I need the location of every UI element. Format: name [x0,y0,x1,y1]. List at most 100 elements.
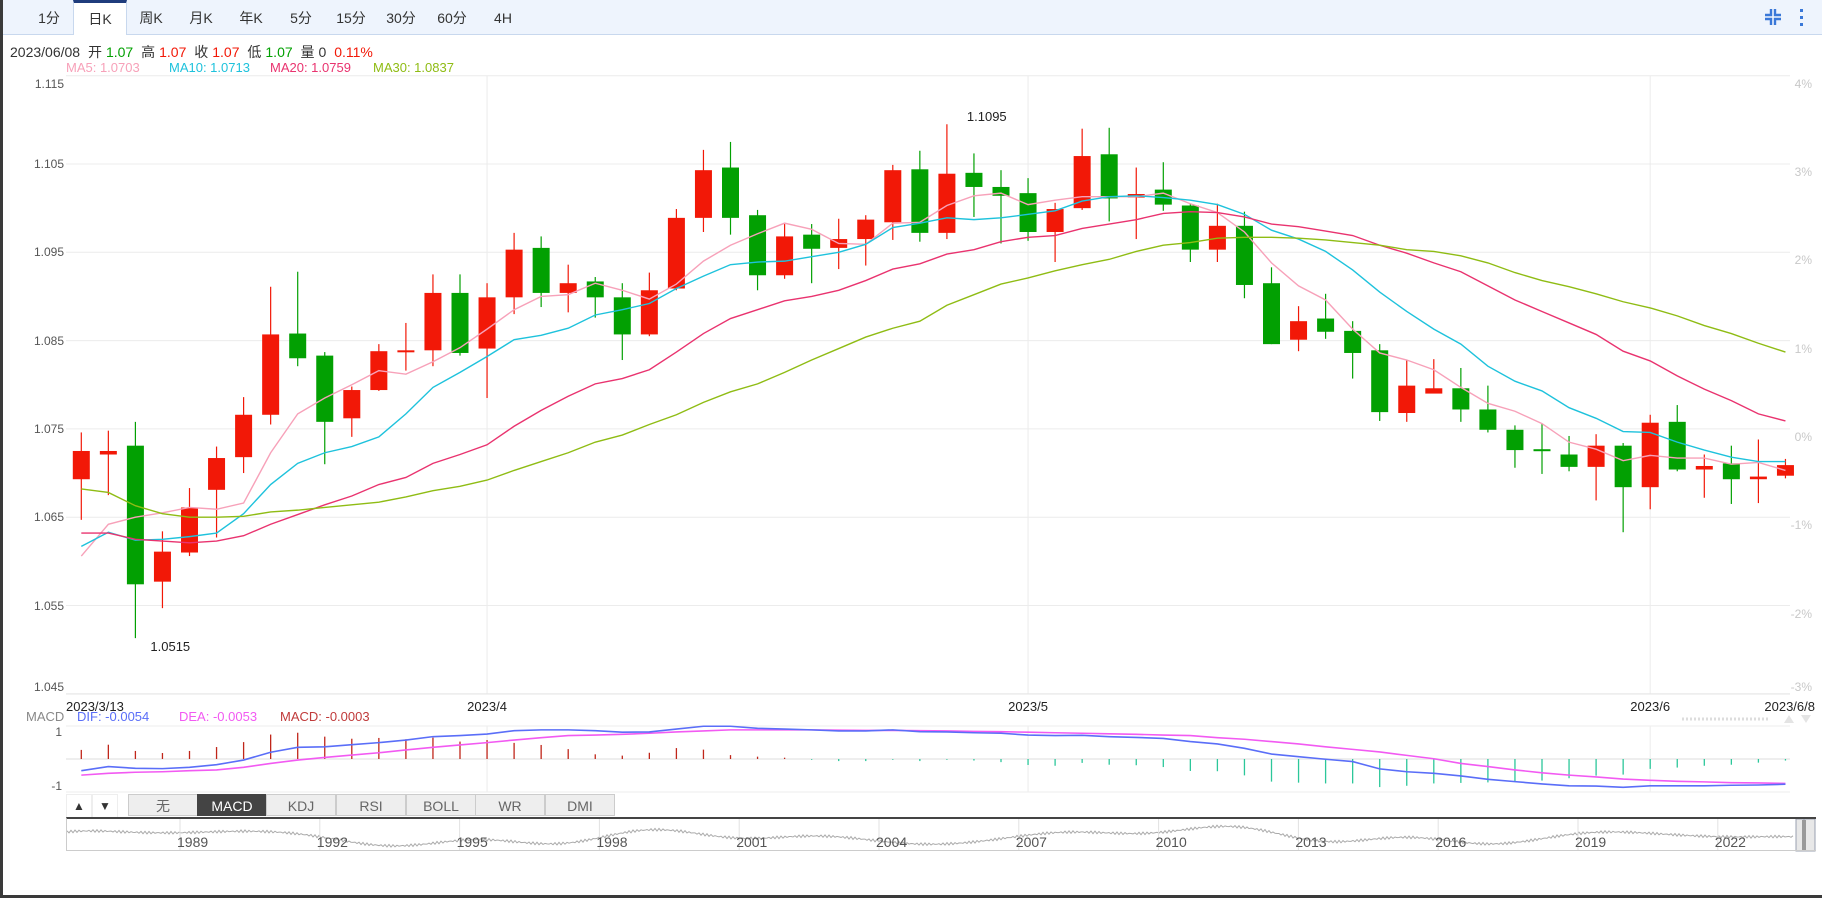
candle [1695,454,1713,498]
x-axis-label: 2023/5 [1008,699,1048,714]
ma30-line [81,236,1786,518]
dea-legend: DEA: -0.0053 [179,709,258,724]
candle [1371,344,1389,421]
indicator-down-button[interactable]: ▼ [92,794,118,819]
candle-body [316,355,334,422]
candle [181,488,198,557]
max-price-label: 1.1095 [966,109,1007,124]
candle-body [424,292,442,351]
indicator-tab-rsi[interactable]: RSI [336,794,406,816]
pct-axis-label: 2% [1794,253,1812,268]
candle-body [857,219,875,240]
candle [208,446,226,538]
candle-body [1263,283,1280,345]
candle-body [1749,476,1767,480]
indicator-tab-无[interactable]: 无 [128,794,198,816]
candle [1749,439,1767,504]
candle-body [153,551,171,582]
dif-legend: DIF: -0.0054 [77,709,150,724]
candle-body [1317,318,1335,332]
candle [1614,443,1632,533]
candle-body [343,390,361,419]
candle-body [667,217,685,289]
candle-body [1019,193,1037,232]
candle [1154,162,1172,211]
candle-body [613,297,631,335]
y-axis-label: 1.095 [33,245,64,260]
y-axis-label: 1.065 [33,510,64,525]
ma5-line [80,192,1786,557]
pct-axis-label: -3% [1790,679,1812,694]
candle-body [1425,388,1443,394]
pct-axis-label: -1% [1790,518,1812,533]
candlestick-chart[interactable] [0,0,1822,898]
candle [1641,414,1659,510]
candle [316,352,334,465]
ma20-line [81,210,1786,544]
candle-body [397,350,415,353]
macd-axis-label: -1 [51,779,62,793]
indicator-tab-boll[interactable]: BOLL [406,794,476,816]
range-navigator[interactable] [66,817,1816,851]
candle [992,170,1010,244]
indicator-tab-wr[interactable]: WR [475,794,545,816]
candle [478,283,496,398]
candle-body [126,445,144,585]
scroll-up-icon [1784,715,1794,723]
candle-body [1614,445,1632,488]
candle [1290,306,1308,352]
candle-body [1695,465,1713,470]
candle [1479,385,1497,433]
candle-body [208,458,226,490]
candle [1019,178,1037,241]
ma10-line [80,195,1786,547]
candle [424,274,442,367]
candle [667,209,685,291]
candle [505,232,523,315]
candle-body [1722,463,1740,480]
candle [1235,211,1253,299]
dea-line [81,729,1786,785]
candle [1425,359,1443,394]
x-axis-label: 2023/6/8 [1764,699,1815,714]
candle [397,322,415,371]
candle-body [776,236,794,276]
candle-body [1046,209,1064,232]
candle-body [1533,449,1551,452]
macd-axis-label: 1 [55,725,62,739]
pct-axis-label: 0% [1794,429,1812,444]
macd-legend-name: MACD [26,709,65,724]
candle-body [505,249,523,298]
indicator-up-button[interactable]: ▲ [66,794,92,819]
candle-body [72,450,90,480]
candle-body [1290,321,1308,340]
candle-body [1100,154,1118,199]
candle-body [722,167,739,218]
candle [722,141,739,235]
candle-body [1479,409,1497,430]
candle [99,430,117,496]
candle [289,271,307,367]
candle-body [478,297,496,349]
candle [1668,405,1686,472]
y-axis-label: 1.045 [33,679,64,694]
y-axis-label: 1.105 [33,157,64,171]
indicator-tab-kdj[interactable]: KDJ [266,794,336,816]
pct-axis-label: -2% [1790,606,1812,621]
indicator-tab-dmi[interactable]: DMI [545,794,615,816]
x-axis-label: 2023/4 [467,699,507,714]
candle [1263,267,1280,345]
candle-body [532,247,550,293]
candle [749,209,767,291]
candle [1560,435,1578,472]
indicator-tab-macd[interactable]: MACD [197,794,267,816]
y-axis-label: 1.115 [34,76,64,91]
candle-body [803,234,821,249]
candle-body [1506,429,1524,451]
candle [965,153,983,217]
candle [1127,167,1145,240]
scroll-down-icon [1801,715,1811,723]
candle [370,344,388,391]
candle [1398,360,1416,422]
candle-body [1235,225,1253,285]
